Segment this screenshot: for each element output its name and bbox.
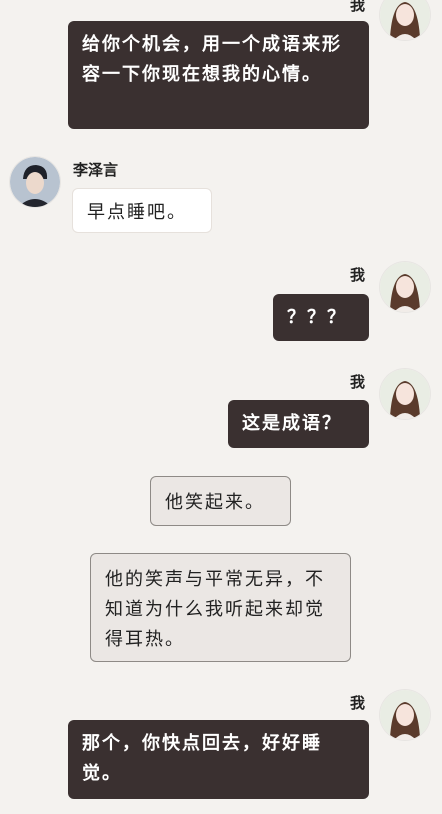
message-bubble-mine[interactable]: 给你个机会，用一个成语来形容一下你现在想我的心情。 [68, 21, 369, 129]
my-avatar-icon[interactable] [380, 262, 430, 312]
sender-name: 李泽言 [73, 161, 119, 179]
message-bubble-mine[interactable]: 那个，你快点回去，好好睡觉。 [68, 720, 369, 799]
message-bubble-other[interactable]: 早点睡吧。 [72, 188, 212, 233]
my-avatar-icon[interactable] [380, 690, 430, 740]
sender-name: 我 [350, 0, 366, 14]
my-avatar-icon[interactable] [380, 369, 430, 419]
contact-avatar-icon[interactable] [10, 157, 60, 207]
my-avatar-icon[interactable] [380, 0, 430, 40]
message-bubble-mine[interactable]: 这是成语？ [228, 400, 369, 448]
narration-bubble: 他笑起来。 [150, 476, 291, 526]
message-bubble-mine[interactable]: ？？？ [273, 294, 369, 341]
sender-name: 我 [350, 373, 366, 391]
sender-name: 我 [350, 266, 366, 284]
sender-name: 我 [350, 694, 366, 712]
narration-bubble: 他的笑声与平常无异，不知道为什么我听起来却觉得耳热。 [90, 553, 351, 662]
